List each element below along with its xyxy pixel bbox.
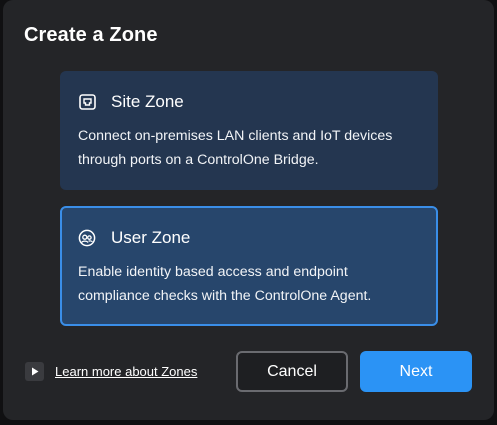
user-zone-description: Enable identity based access and endpoin… [78,264,372,304]
network-port-icon [78,93,96,111]
create-zone-dialog: Create a Zone Site Zone Connect on-premi… [3,0,494,420]
site-zone-option[interactable]: Site Zone Connect on-premises LAN client… [60,71,438,190]
play-icon [25,362,44,381]
next-button[interactable]: Next [360,351,472,392]
learn-more-label: Learn more about Zones [55,364,198,379]
site-zone-title: Site Zone [111,92,184,111]
site-zone-header: Site Zone [78,92,184,112]
user-zone-header: User Zone [78,228,190,248]
learn-more-link[interactable]: Learn more about Zones [25,362,197,381]
cancel-button[interactable]: Cancel [236,351,348,392]
dialog-title: Create a Zone [24,24,158,46]
site-zone-description: Connect on-premises LAN clients and IoT … [78,128,393,168]
users-icon [78,229,96,247]
user-zone-title: User Zone [111,228,191,247]
user-zone-option[interactable]: User Zone Enable identity based access a… [60,206,438,326]
